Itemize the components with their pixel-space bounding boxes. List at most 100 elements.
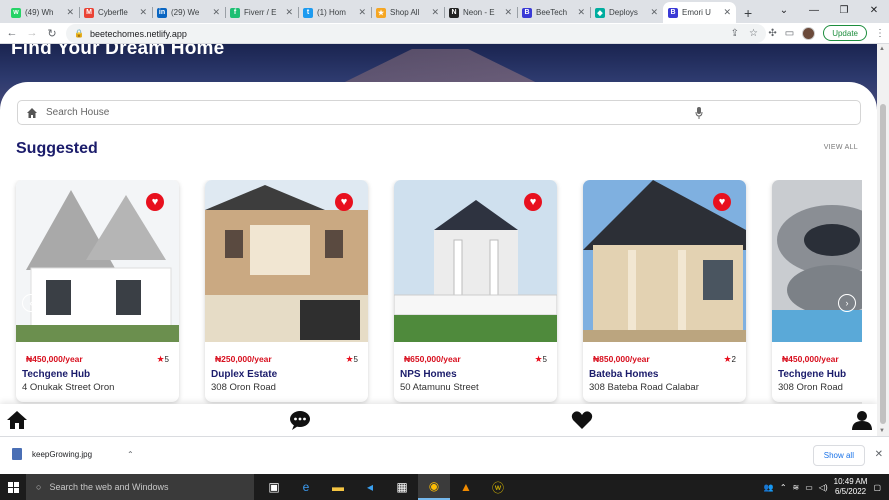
scroll-up-icon[interactable]: ▲ xyxy=(879,46,885,52)
view-all-link[interactable]: VIEW ALL xyxy=(824,144,858,151)
chat-icon[interactable] xyxy=(289,410,311,430)
microphone-icon[interactable] xyxy=(695,107,703,119)
tab-title: (49) Wh xyxy=(25,8,54,17)
people-icon[interactable]: 👥 xyxy=(764,483,774,492)
hero-title: Find Your Dream Home xyxy=(11,44,225,59)
tray-chevron-icon[interactable]: ⌃ xyxy=(780,483,787,492)
tab-close-icon[interactable]: ✕ xyxy=(577,7,585,18)
web-page: Find Your Dream Home Search House Sugges… xyxy=(0,44,877,436)
home-icon[interactable] xyxy=(6,410,28,430)
listing-price: ₦450,000/year xyxy=(26,354,83,364)
downloads-bar: keepGrowing.jpg ⌃ Show all ✕ xyxy=(0,436,889,474)
tab-title: Fiverr / E xyxy=(244,8,277,17)
scroll-down-icon[interactable]: ▼ xyxy=(879,428,885,434)
rating-value: 2 xyxy=(731,355,736,364)
browser-tab[interactable]: f Fiverr / E ✕ xyxy=(225,2,298,23)
reload-button[interactable]: ↻ xyxy=(44,27,60,40)
favorite-heart-icon[interactable]: ♥ xyxy=(524,193,542,211)
wifi-icon[interactable]: ≋ xyxy=(793,483,800,492)
tab-close-icon[interactable]: ✕ xyxy=(66,7,74,18)
favorite-heart-icon[interactable]: ♥ xyxy=(335,193,353,211)
battery-icon[interactable]: ▭ xyxy=(805,483,813,492)
tab-close-icon[interactable]: ✕ xyxy=(650,7,658,18)
listing-address: 308 Oron Road xyxy=(211,382,276,393)
listing-card[interactable]: ♥ ₦650,000/year ★5 NPS Homes 50 Atamunu … xyxy=(394,180,557,402)
notifications-icon[interactable]: ▢ xyxy=(873,483,881,492)
listing-address: 308 Bateba Road Calabar xyxy=(589,382,699,393)
page-scrollbar[interactable]: ▲ ▼ xyxy=(877,44,889,436)
minimize-button[interactable]: — xyxy=(799,0,829,20)
close-downloads-icon[interactable]: ✕ xyxy=(875,449,883,460)
file-explorer-icon[interactable]: ▬ xyxy=(322,474,354,500)
show-all-button[interactable]: Show all xyxy=(812,445,865,466)
tab-close-icon[interactable]: ✕ xyxy=(212,7,220,18)
browser-tab[interactable]: B Emori U ✕ xyxy=(663,2,736,23)
tab-close-icon[interactable]: ✕ xyxy=(431,7,439,18)
bookmark-star-icon[interactable]: ☆ xyxy=(749,28,758,39)
carousel-prev-icon[interactable]: ‹ xyxy=(22,294,40,312)
back-button[interactable]: ← xyxy=(4,27,20,39)
carousel-next-icon[interactable]: › xyxy=(838,294,856,312)
rating-value: 5 xyxy=(164,355,169,364)
browser-tab[interactable]: M Cyberfle ✕ xyxy=(79,2,152,23)
chrome-icon[interactable]: ◉ xyxy=(418,474,450,500)
tab-close-icon[interactable]: ✕ xyxy=(285,7,293,18)
browser-tab[interactable]: N Neon - E ✕ xyxy=(444,2,517,23)
tab-close-icon[interactable]: ✕ xyxy=(358,7,366,18)
edge-icon[interactable]: e xyxy=(290,474,322,500)
windows-start-button[interactable] xyxy=(0,474,26,500)
profile-avatar[interactable] xyxy=(802,26,816,40)
new-tab-button[interactable]: + xyxy=(744,2,752,23)
listing-rating: ★5 xyxy=(156,354,169,365)
clock[interactable]: 10:49 AM 6/5/2022 xyxy=(834,477,868,497)
house-icon xyxy=(27,107,37,118)
browser-tab[interactable]: w (49) Wh ✕ xyxy=(6,2,79,23)
url-text: beetechomes.netlify.app xyxy=(89,28,187,39)
favorite-heart-icon[interactable]: ♥ xyxy=(713,193,731,211)
browser-tab[interactable]: ◆ Deploys ✕ xyxy=(590,2,663,23)
listing-card[interactable]: ♥ ₦250,000/year ★5 Duplex Estate 308 Oro… xyxy=(205,180,368,402)
volume-icon[interactable]: ◁) xyxy=(819,483,828,492)
sidepanel-icon[interactable]: ▭ xyxy=(785,28,794,39)
task-view-icon[interactable]: ▣ xyxy=(258,474,290,500)
restore-button[interactable]: ❐ xyxy=(829,0,859,20)
winamp-icon[interactable]: ⓦ xyxy=(482,474,514,500)
tab-close-icon[interactable]: ✕ xyxy=(504,7,512,18)
clock-time: 10:49 AM xyxy=(833,477,868,486)
bottom-navigation xyxy=(0,404,877,436)
heart-icon[interactable] xyxy=(571,410,593,430)
taskbar-search[interactable]: ○ Search the web and Windows xyxy=(26,474,254,500)
tab-close-icon[interactable]: ✕ xyxy=(723,7,731,18)
tab-search-icon[interactable]: ⌄ xyxy=(769,0,799,20)
house-photo xyxy=(772,180,862,342)
tab-favicon-icon: ◆ xyxy=(595,7,605,18)
menu-icon[interactable]: ⋮ xyxy=(875,28,885,39)
share-icon[interactable]: ⇪ xyxy=(731,28,739,39)
tab-title: (1) Hom xyxy=(317,8,346,17)
vlc-icon[interactable]: ▲ xyxy=(450,474,482,500)
star-icon: ★ xyxy=(345,354,354,364)
search-placeholder: Search House xyxy=(46,107,110,118)
browser-tab[interactable]: in (29) We ✕ xyxy=(152,2,225,23)
browser-tab[interactable]: B BeeTech ✕ xyxy=(517,2,590,23)
favorite-heart-icon[interactable]: ♥ xyxy=(146,193,164,211)
listing-card[interactable]: ♥ › ₦450,000/year Techgene Hub 308 Oron … xyxy=(772,180,862,402)
browser-tab[interactable]: t (1) Hom ✕ xyxy=(298,2,371,23)
download-item[interactable]: keepGrowing.jpg ⌃ xyxy=(12,448,134,460)
profile-icon[interactable] xyxy=(851,410,873,430)
forward-button[interactable]: → xyxy=(24,27,40,39)
search-input[interactable]: Search House xyxy=(17,100,861,125)
listing-card[interactable]: ♥ ₦850,000/year ★2 Bateba Homes 308 Bate… xyxy=(583,180,746,402)
extensions-icon[interactable]: ✣ xyxy=(768,28,776,39)
address-bar[interactable]: 🔒 beetechomes.netlify.app ⇪ ☆ xyxy=(66,24,766,43)
store-icon[interactable]: ▦ xyxy=(386,474,418,500)
close-button[interactable]: ✕ xyxy=(859,0,889,20)
update-button[interactable]: Update xyxy=(823,25,867,41)
scrollbar-thumb[interactable] xyxy=(880,104,886,424)
chevron-up-icon[interactable]: ⌃ xyxy=(127,450,134,459)
tab-close-icon[interactable]: ✕ xyxy=(139,7,147,18)
tab-title: Shop All xyxy=(390,8,420,17)
vscode-icon[interactable]: ◂ xyxy=(354,474,386,500)
listing-card[interactable]: ♥ ‹ ₦450,000/year ★5 Techgene Hub 4 Onuk… xyxy=(16,180,179,402)
browser-tab[interactable]: ★ Shop All ✕ xyxy=(371,2,444,23)
